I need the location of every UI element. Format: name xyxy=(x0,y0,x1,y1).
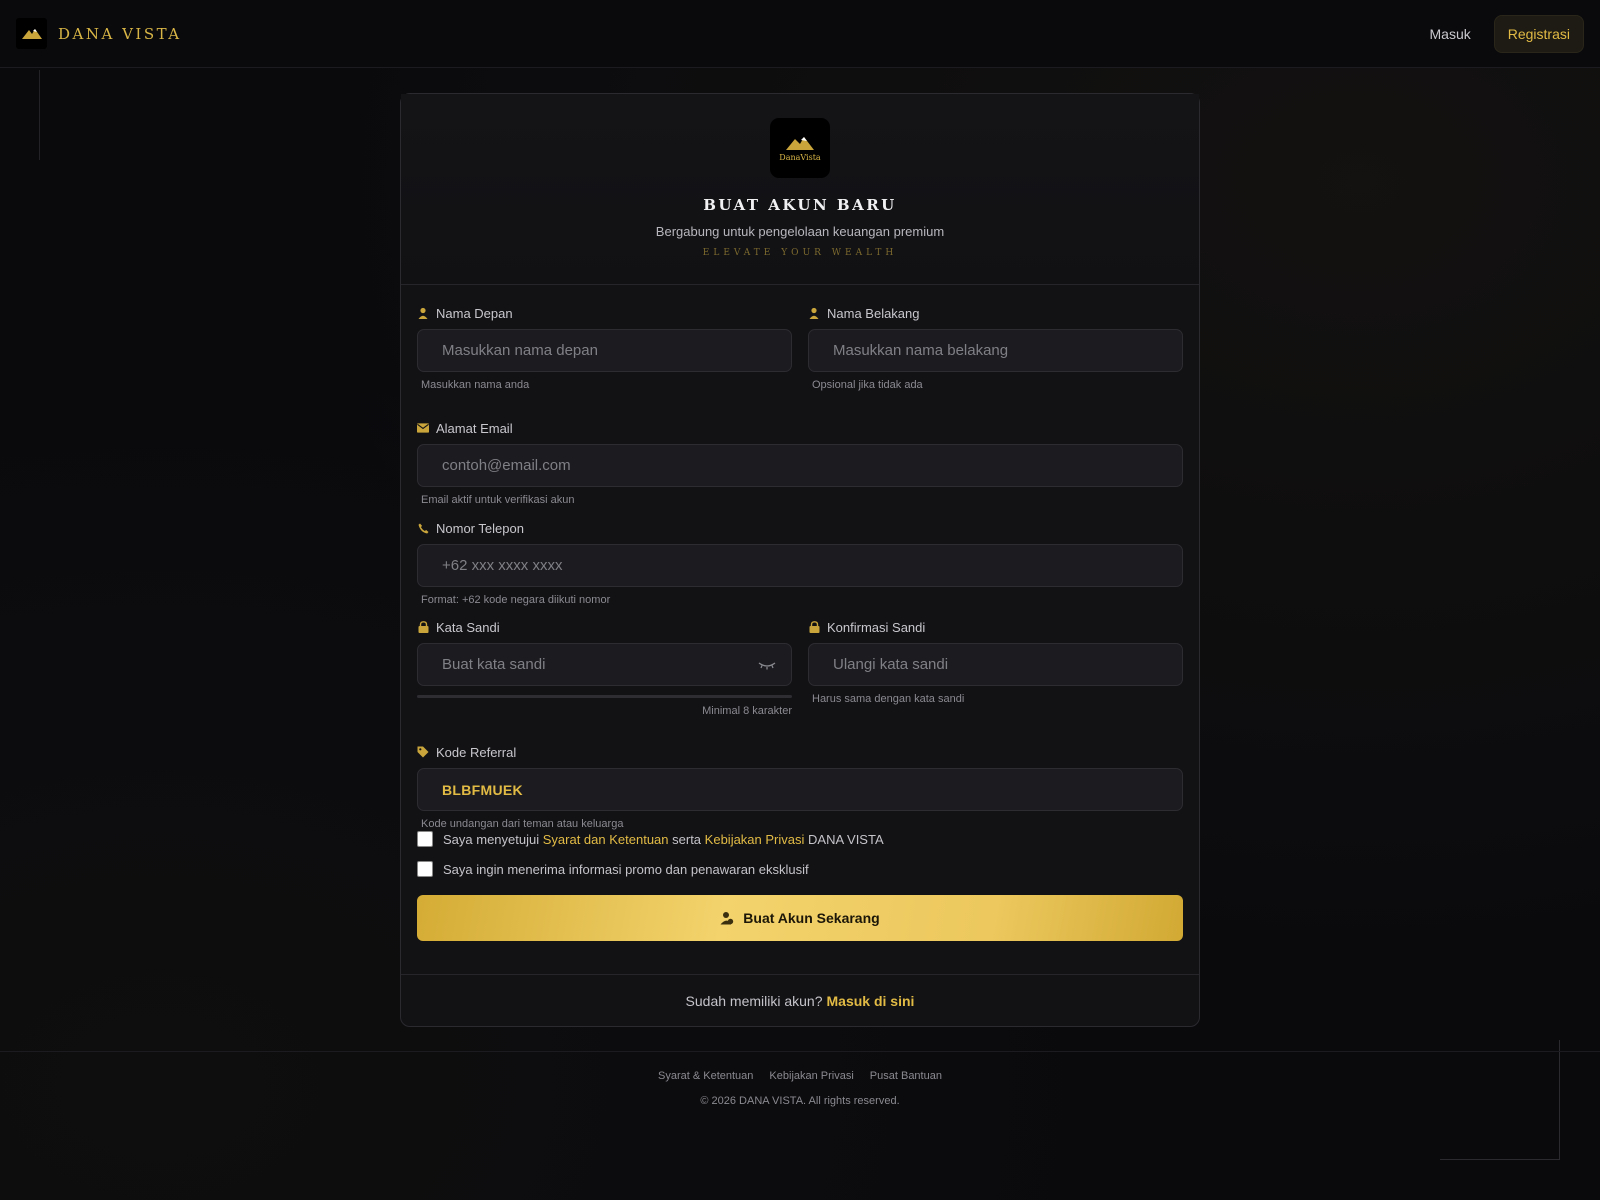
tag-icon xyxy=(417,746,429,758)
last-name-field: Nama Belakang Masukkan nama belakang Ops… xyxy=(808,305,1183,391)
password-input[interactable]: Buat kata sandi xyxy=(417,643,792,686)
first-name-input[interactable]: Masukkan nama depan xyxy=(417,329,792,372)
email-label: Alamat Email xyxy=(436,421,513,436)
card-footer: Sudah memiliki akun? Masuk di sini xyxy=(401,974,1199,1026)
brand[interactable]: DANA VISTA xyxy=(16,18,182,49)
first-name-placeholder: Masukkan nama depan xyxy=(442,342,598,359)
footer-link-privacy[interactable]: Kebijakan Privasi xyxy=(769,1070,853,1082)
lock-icon xyxy=(808,621,820,633)
terms-prefix: Saya menyetujui xyxy=(443,832,539,847)
create-account-label: Buat Akun Sekarang xyxy=(743,910,879,926)
register-button[interactable]: Registrasi xyxy=(1494,15,1584,53)
phone-icon xyxy=(417,522,429,534)
footer-links: Syarat & Ketentuan Kebijakan Privasi Pus… xyxy=(658,1070,942,1082)
confirm-password-placeholder: Ulangi kata sandi xyxy=(833,656,948,673)
email-placeholder: contoh@email.com xyxy=(442,457,571,474)
card-header: DanaVista BUAT AKUN BARU Bergabung untuk… xyxy=(401,94,1199,285)
phone-field: Nomor Telepon +62 xxx xxxx xxxx Format: … xyxy=(417,520,1183,606)
referral-label: Kode Referral xyxy=(436,745,516,760)
password-hint: Minimal 8 karakter xyxy=(417,705,792,717)
password-field: Kata Sandi Buat kata sandi Minimal 8 kar… xyxy=(417,619,792,717)
last-name-input[interactable]: Masukkan nama belakang xyxy=(808,329,1183,372)
register-form: Nama Depan Masukkan nama depan Masukkan … xyxy=(401,285,1199,975)
user-add-icon xyxy=(720,911,734,925)
promo-label: Saya ingin menerima informasi promo dan … xyxy=(443,862,809,877)
login-question: Sudah memiliki akun? xyxy=(686,993,823,1009)
footer-link-terms[interactable]: Syarat & Ketentuan xyxy=(658,1070,753,1082)
mountain-logo-icon xyxy=(784,135,816,151)
referral-value: BLBFMUEK xyxy=(442,782,523,798)
top-navbar: DANA VISTA Masuk Registrasi xyxy=(0,0,1600,68)
first-name-field: Nama Depan Masukkan nama depan Masukkan … xyxy=(417,305,792,391)
privacy-link[interactable]: Kebijakan Privasi xyxy=(705,832,805,847)
referral-input[interactable]: BLBFMUEK xyxy=(417,768,1183,811)
phone-label: Nomor Telepon xyxy=(436,521,524,536)
confirm-password-field: Konfirmasi Sandi Ulangi kata sandi Harus… xyxy=(808,619,1183,705)
email-input[interactable]: contoh@email.com xyxy=(417,444,1183,487)
page-title: BUAT AKUN BARU xyxy=(703,196,897,214)
first-name-hint: Masukkan nama anda xyxy=(417,379,792,391)
lock-icon xyxy=(417,621,429,633)
email-field: Alamat Email contoh@email.com Email akti… xyxy=(417,420,1183,506)
terms-checkbox[interactable] xyxy=(417,831,433,847)
user-icon xyxy=(417,307,429,319)
envelope-icon xyxy=(417,422,429,434)
first-name-label: Nama Depan xyxy=(436,306,513,321)
header-nav: Masuk Registrasi xyxy=(1419,15,1584,53)
terms-text: Saya menyetujui Syarat dan Ketentuan ser… xyxy=(443,832,884,847)
login-link[interactable]: Masuk xyxy=(1419,16,1482,52)
promo-checkbox[interactable] xyxy=(417,861,433,877)
page-footer: Syarat & Ketentuan Kebijakan Privasi Pus… xyxy=(0,1051,1600,1107)
tagline: ELEVATE YOUR WEALTH xyxy=(703,248,897,258)
page-subtitle: Bergabung untuk pengelolaan keuangan pre… xyxy=(656,224,944,239)
password-label: Kata Sandi xyxy=(436,620,500,635)
terms-middle: serta xyxy=(672,832,701,847)
last-name-placeholder: Masukkan nama belakang xyxy=(833,342,1008,359)
brand-logo xyxy=(16,18,47,49)
copyright: © 2026 DANA VISTA. All rights reserved. xyxy=(700,1095,899,1107)
last-name-hint: Opsional jika tidak ada xyxy=(808,379,1183,391)
mountain-logo-icon xyxy=(21,27,43,41)
confirm-password-input[interactable]: Ulangi kata sandi xyxy=(808,643,1183,686)
brand-name: DANA VISTA xyxy=(58,25,182,43)
confirm-password-label: Konfirmasi Sandi xyxy=(827,620,925,635)
register-card: DanaVista BUAT AKUN BARU Bergabung untuk… xyxy=(400,93,1200,1027)
login-here-link[interactable]: Masuk di sini xyxy=(827,993,915,1009)
card-logo-text: DanaVista xyxy=(779,153,820,162)
email-hint: Email aktif untuk verifikasi akun xyxy=(417,494,1183,506)
terms-row: Saya menyetujui Syarat dan Ketentuan ser… xyxy=(417,831,884,847)
terms-link[interactable]: Syarat dan Ketentuan xyxy=(543,832,669,847)
referral-field: Kode Referral BLBFMUEK Kode undangan dar… xyxy=(417,744,1183,830)
last-name-label: Nama Belakang xyxy=(827,306,920,321)
card-logo: DanaVista xyxy=(770,118,830,178)
decorative-line xyxy=(39,70,40,160)
eye-closed-icon[interactable] xyxy=(757,657,777,673)
phone-placeholder: +62 xxx xxxx xxxx xyxy=(442,557,562,574)
terms-suffix: DANA VISTA xyxy=(808,832,884,847)
phone-input[interactable]: +62 xxx xxxx xxxx xyxy=(417,544,1183,587)
password-placeholder: Buat kata sandi xyxy=(442,656,545,673)
phone-hint: Format: +62 kode negara diikuti nomor xyxy=(417,594,1183,606)
referral-hint: Kode undangan dari teman atau keluarga xyxy=(417,818,1183,830)
footer-link-help[interactable]: Pusat Bantuan xyxy=(870,1070,942,1082)
promo-row: Saya ingin menerima informasi promo dan … xyxy=(417,861,809,877)
confirm-password-hint: Harus sama dengan kata sandi xyxy=(808,693,1183,705)
user-icon xyxy=(808,307,820,319)
create-account-button[interactable]: Buat Akun Sekarang xyxy=(417,895,1183,941)
password-strength-bar xyxy=(417,695,792,698)
